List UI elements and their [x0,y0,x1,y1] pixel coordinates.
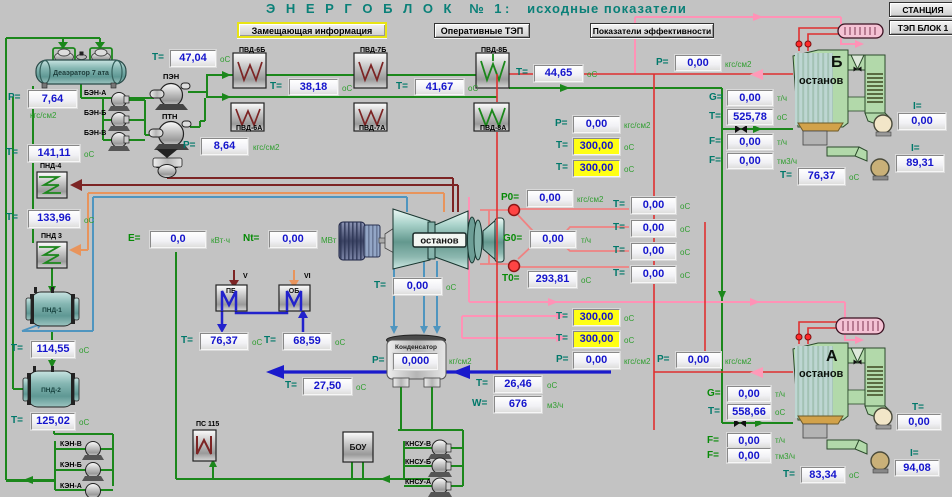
svg-text:останов: останов [420,236,458,247]
svg-text:Деаэратор 7 ата: Деаэратор 7 ата [53,70,109,77]
svg-text:ОБ: ОБ [289,288,299,295]
svg-text:А: А [826,348,838,365]
svg-text:Б: Б [831,54,843,71]
svg-text:ПНД-1: ПНД-1 [42,307,62,314]
svg-text:останов: останов [799,368,844,380]
svg-text:БОУ: БОУ [350,443,368,452]
svg-text:Конденсатор: Конденсатор [395,344,437,351]
svg-text:ПНД-2: ПНД-2 [41,387,61,394]
svg-text:останов: останов [799,75,844,87]
